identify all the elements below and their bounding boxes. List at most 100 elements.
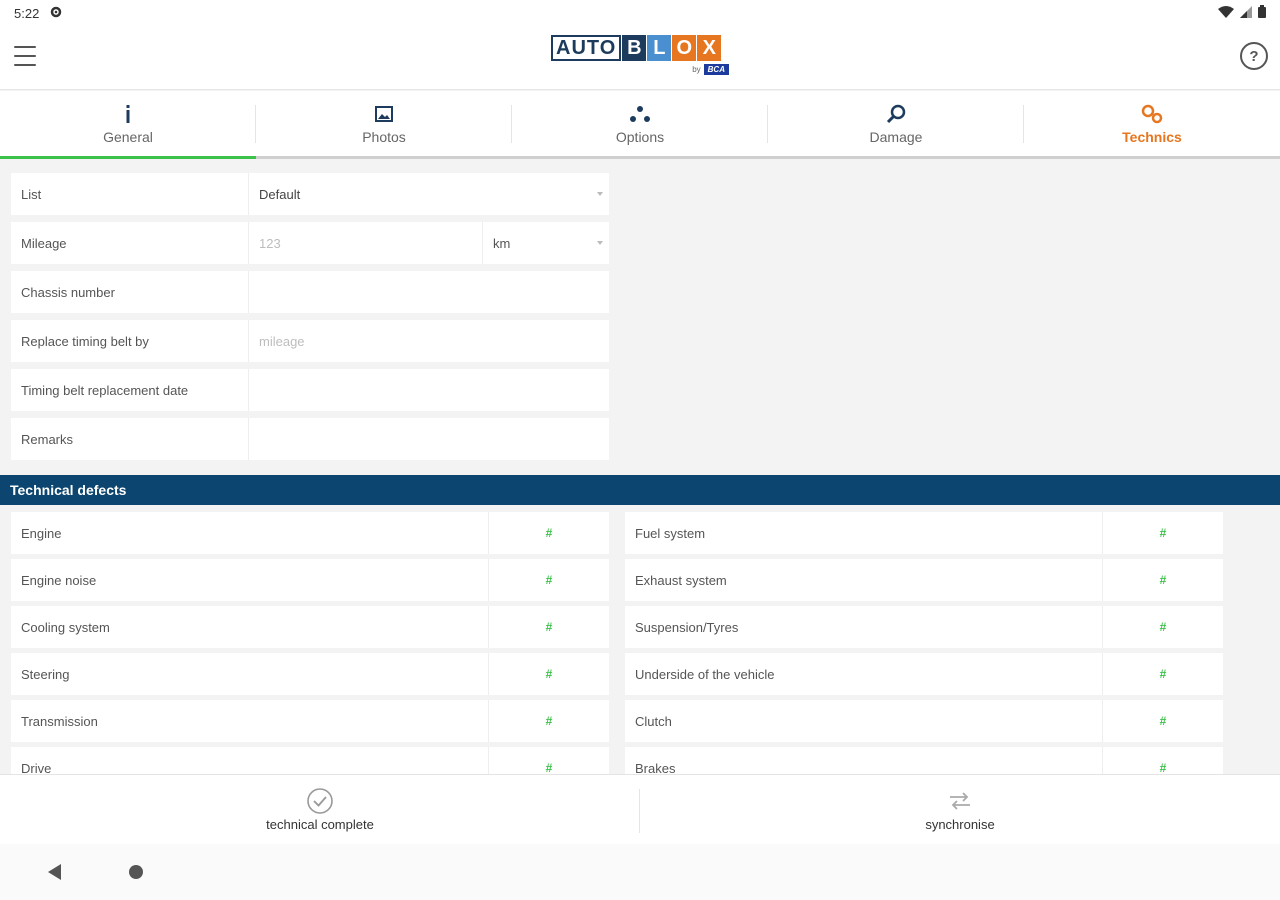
tab-technics[interactable]: Technics bbox=[1024, 91, 1280, 159]
defect-row[interactable]: Engine # bbox=[11, 512, 609, 554]
defect-label: Clutch bbox=[625, 700, 1103, 742]
battery-icon bbox=[1258, 5, 1266, 21]
logo-tile: X bbox=[697, 35, 722, 61]
logo-by-text: by bbox=[692, 65, 701, 74]
timing-belt-placeholder: mileage bbox=[259, 333, 305, 349]
app-bar: AUTO B L O X by BCA ? bbox=[0, 26, 1280, 90]
remarks-input[interactable] bbox=[249, 418, 609, 460]
logo-bca-badge: BCA bbox=[703, 64, 729, 75]
defect-label: Drive bbox=[11, 747, 489, 774]
tab-label: Technics bbox=[1122, 129, 1182, 145]
defect-row[interactable]: Transmission # bbox=[11, 700, 609, 742]
defect-row[interactable]: Exhaust system # bbox=[625, 559, 1223, 601]
defects-column-left: Engine # Engine noise # Cooling system # St… bbox=[11, 512, 609, 774]
defect-label: Fuel system bbox=[625, 512, 1103, 554]
defect-row[interactable]: Clutch # bbox=[625, 700, 1223, 742]
search-icon bbox=[886, 103, 906, 125]
tab-general[interactable]: General bbox=[0, 91, 256, 159]
defect-mark: # bbox=[545, 714, 553, 728]
defect-row[interactable]: Engine noise # bbox=[11, 559, 609, 601]
timing-belt-label: Replace timing belt by bbox=[11, 320, 249, 362]
back-icon[interactable] bbox=[48, 864, 61, 880]
tab-damage[interactable]: Damage bbox=[768, 91, 1024, 159]
defect-row[interactable]: Steering # bbox=[11, 653, 609, 695]
defect-row[interactable]: Fuel system # bbox=[625, 512, 1223, 554]
dropdown-caret-icon bbox=[597, 192, 603, 196]
mileage-input[interactable]: 123 bbox=[249, 222, 483, 264]
chassis-row: Chassis number bbox=[11, 271, 609, 313]
logo-auto-text: AUTO bbox=[551, 35, 622, 61]
logo-tile: O bbox=[672, 35, 697, 61]
defect-row[interactable]: Underside of the vehicle # bbox=[625, 653, 1223, 695]
logo-byline: by BCA bbox=[692, 64, 729, 75]
defect-label: Transmission bbox=[11, 700, 489, 742]
tab-label: Photos bbox=[362, 129, 406, 145]
defect-mark: # bbox=[545, 620, 553, 634]
technics-form: List Default Mileage 123 km Chassis numb… bbox=[11, 173, 609, 467]
defect-label: Engine noise bbox=[11, 559, 489, 601]
defect-label: Exhaust system bbox=[625, 559, 1103, 601]
chassis-input[interactable] bbox=[249, 271, 609, 313]
defect-label: Engine bbox=[11, 512, 489, 554]
timing-date-input[interactable] bbox=[249, 369, 609, 411]
gears-icon bbox=[1140, 103, 1164, 125]
hamburger-menu-icon[interactable] bbox=[14, 46, 36, 66]
defect-mark: # bbox=[1159, 761, 1167, 774]
tab-photos[interactable]: Photos bbox=[256, 91, 512, 159]
wifi-icon bbox=[1218, 5, 1234, 21]
timing-date-label: Timing belt replacement date bbox=[11, 369, 249, 411]
defect-label: Suspension/Tyres bbox=[625, 606, 1103, 648]
list-select[interactable]: Default bbox=[249, 173, 609, 215]
technical-complete-label: technical complete bbox=[266, 817, 374, 832]
defect-row[interactable]: Drive # bbox=[11, 747, 609, 774]
home-icon[interactable] bbox=[129, 865, 143, 879]
defect-row[interactable]: Suspension/Tyres # bbox=[625, 606, 1223, 648]
sync-arrows-icon bbox=[947, 787, 973, 815]
status-time: 5:22 bbox=[14, 5, 40, 21]
logo-tile: L bbox=[647, 35, 672, 61]
timing-belt-input[interactable]: mileage bbox=[249, 320, 609, 362]
options-icon bbox=[629, 103, 651, 125]
remarks-label: Remarks bbox=[11, 418, 249, 460]
status-indicators bbox=[1218, 5, 1266, 21]
technical-complete-button[interactable]: technical complete bbox=[0, 775, 640, 844]
list-select-value: Default bbox=[259, 186, 301, 202]
defect-mark: # bbox=[1159, 667, 1167, 681]
defect-label: Cooling system bbox=[11, 606, 489, 648]
synchronise-button[interactable]: synchronise bbox=[640, 775, 1280, 844]
info-icon bbox=[125, 103, 131, 125]
tab-label: Options bbox=[615, 129, 665, 145]
defect-mark: # bbox=[1159, 573, 1167, 587]
defects-column-right: Fuel system # Exhaust system # Suspension/… bbox=[625, 512, 1223, 774]
defects-list: Engine # Engine noise # Cooling system # St… bbox=[0, 512, 1280, 774]
settings-gear-icon bbox=[49, 5, 63, 22]
tab-label: General bbox=[103, 129, 153, 145]
defect-row[interactable]: Brakes # bbox=[625, 747, 1223, 774]
defect-mark: # bbox=[545, 761, 553, 774]
defect-label: Steering bbox=[11, 653, 489, 695]
mileage-row: Mileage 123 km bbox=[11, 222, 609, 264]
dropdown-caret-icon bbox=[597, 241, 603, 245]
mileage-unit-select[interactable]: km bbox=[483, 222, 609, 264]
defect-label: Underside of the vehicle bbox=[625, 653, 1103, 695]
autoblox-logo: AUTO B L O X by BCA bbox=[551, 35, 731, 81]
mileage-unit-value: km bbox=[493, 235, 511, 251]
tab-options[interactable]: Options bbox=[512, 91, 768, 159]
defect-mark: # bbox=[1159, 714, 1167, 728]
defect-row[interactable]: Cooling system # bbox=[11, 606, 609, 648]
remarks-row: Remarks bbox=[11, 418, 609, 460]
defect-mark: # bbox=[1159, 620, 1167, 634]
tab-label: Damage bbox=[869, 129, 923, 145]
photo-icon bbox=[375, 103, 393, 125]
status-bar: 5:22 bbox=[0, 0, 1280, 26]
list-label: List bbox=[11, 173, 249, 215]
chassis-label: Chassis number bbox=[11, 271, 249, 313]
mileage-label: Mileage bbox=[11, 222, 249, 264]
signal-icon bbox=[1240, 5, 1252, 21]
list-row: List Default bbox=[11, 173, 609, 215]
system-nav-bar bbox=[0, 844, 1280, 900]
help-icon[interactable]: ? bbox=[1240, 42, 1268, 70]
technical-defects-header: Technical defects bbox=[0, 475, 1280, 505]
synchronise-label: synchronise bbox=[925, 817, 995, 832]
defect-mark: # bbox=[545, 526, 553, 540]
